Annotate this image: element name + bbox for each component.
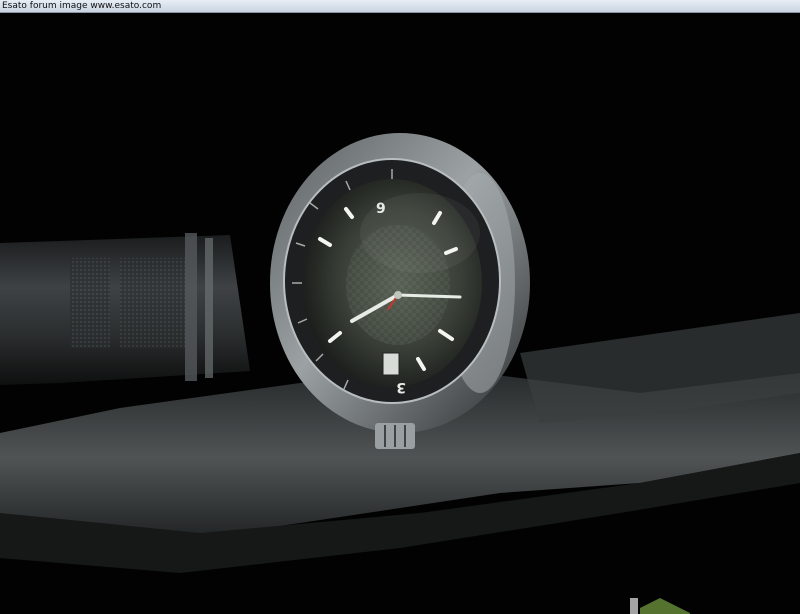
white-object [630, 598, 638, 614]
dial-numeral-3: 3 [396, 379, 406, 395]
bracelet-link-mesh [70, 258, 110, 348]
watermark-banner: Esato forum image www.esato.com [0, 0, 800, 13]
minute-hand [396, 293, 462, 299]
glass-reflection [360, 193, 480, 273]
bracelet-link-bar [185, 233, 197, 381]
watermark-text: Esato forum image www.esato.com [2, 1, 162, 11]
hand-pivot [394, 291, 402, 299]
bracelet-link-mesh-2 [120, 258, 185, 348]
date-window [382, 352, 400, 376]
bracelet-link-bar-2 [205, 238, 213, 378]
watch-photo: 9 3 [0, 13, 800, 614]
page: Esato forum image www.esato.com 9 3 [0, 0, 800, 614]
